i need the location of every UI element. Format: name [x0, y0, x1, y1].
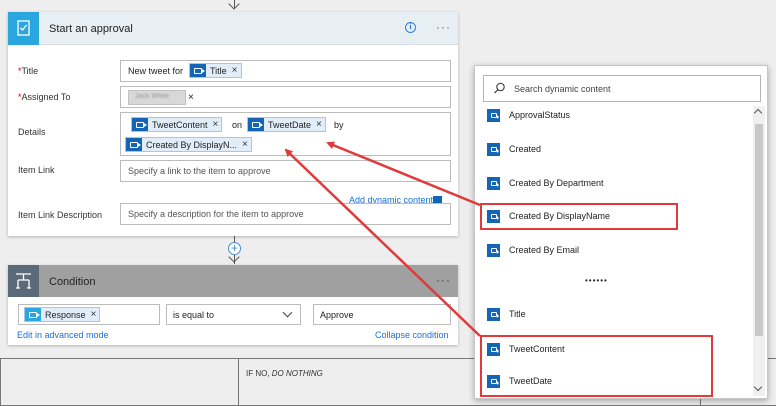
title-token[interactable]: Title × [189, 63, 242, 78]
tweetcontent-token-label: TweetContent [152, 119, 208, 130]
remove-icon[interactable]: × [91, 309, 97, 320]
item-link-placeholder: Specify a link to the item to approve [128, 166, 271, 176]
sharepoint-icon [487, 244, 500, 257]
approval-icon [8, 12, 39, 45]
operator-value: is equal to [173, 310, 215, 320]
dynamic-item-label: Title [509, 309, 526, 319]
sharepoint-icon [132, 118, 148, 131]
sharepoint-icon [487, 177, 500, 190]
sharepoint-icon [487, 109, 500, 122]
scroll-thumb[interactable] [755, 124, 763, 336]
dynamic-item-title[interactable]: Title [483, 305, 743, 325]
remove-icon[interactable]: × [188, 92, 194, 103]
sharepoint-icon [487, 143, 500, 156]
details-on-text: on [232, 120, 243, 130]
dynamic-search-box[interactable]: Search dynamic content [483, 75, 761, 102]
branch-divider-middle [238, 358, 239, 406]
tweetcontent-token[interactable]: TweetContent × [131, 117, 223, 132]
assigned-to-field[interactable]: Jack White × [120, 86, 451, 108]
title-label-text: Title [21, 66, 39, 76]
dynamic-item-label: Created By Email [509, 245, 580, 255]
created-by-token-label: Created By DisplayN... [146, 139, 238, 150]
collapse-condition-link[interactable]: Collapse condition [375, 330, 449, 340]
created-by-displayname-token[interactable]: Created By DisplayN... × [125, 137, 252, 152]
title-field[interactable]: New tweet for Title × [120, 60, 451, 82]
dynamic-item-label: ApprovalStatus [509, 110, 571, 120]
dynamic-item-created-by-email[interactable]: Created By Email [483, 241, 743, 261]
dynamic-item-approvalstatus[interactable]: ApprovalStatus [483, 106, 743, 126]
branch-divider-left [0, 358, 1, 406]
dynamic-item-label: Created By Department [509, 178, 604, 188]
dynamic-item-created-by-department[interactable]: Created By Department [483, 174, 743, 194]
remove-icon[interactable]: × [213, 119, 219, 130]
chevron-down-icon[interactable] [282, 307, 293, 318]
start-approval-card: Start an approval i ··· *Title New tweet… [8, 12, 458, 236]
dynamic-item-label: Created [509, 144, 542, 154]
condition-icon [8, 265, 39, 297]
details-field[interactable]: TweetContent × on TweetDate × by Created… [120, 112, 451, 156]
remove-icon[interactable]: × [232, 65, 238, 76]
sharepoint-icon [248, 118, 264, 131]
tweetdate-token[interactable]: TweetDate × [247, 117, 326, 132]
highlight-tweet-fields [480, 335, 713, 397]
assigned-user-value: Jack White [135, 93, 170, 100]
if-no-branch-label: IF NO, DO NOTHING [246, 369, 323, 378]
remove-icon[interactable]: × [242, 139, 248, 150]
omitted-items-ellipsis: •••••• [585, 276, 608, 285]
details-label: Details [18, 127, 46, 137]
scroll-up-icon[interactable] [753, 108, 763, 118]
dynamic-search-placeholder: Search dynamic content [514, 84, 611, 94]
scroll-down-icon[interactable] [753, 382, 763, 392]
dynamic-panel-scrollbar[interactable] [753, 106, 765, 396]
remove-icon[interactable]: × [316, 119, 322, 130]
top-connector-arrow [228, 0, 240, 10]
item-link-description-label: Item Link Description [18, 210, 103, 220]
operator-select[interactable]: is equal to [166, 304, 301, 325]
condition-more-icon[interactable]: ··· [436, 273, 451, 287]
info-icon[interactable]: i [405, 22, 416, 33]
response-token-label: Response [45, 309, 86, 320]
sharepoint-icon [126, 138, 142, 151]
title-label: *Title [18, 66, 38, 76]
item-link-description-field[interactable]: Specify a description for the item to ap… [120, 203, 451, 225]
response-token[interactable]: Response × [24, 307, 101, 322]
approval-token-icon [25, 308, 41, 321]
condition-value: Approve [320, 310, 354, 320]
details-by-text: by [334, 120, 344, 130]
approval-more-icon[interactable]: ··· [436, 20, 451, 34]
sharepoint-icon [190, 64, 206, 77]
item-link-field[interactable]: Specify a link to the item to approve [120, 160, 451, 182]
approval-card-header[interactable]: Start an approval i ··· [8, 12, 458, 45]
title-token-label: Title [210, 65, 227, 76]
tweetdate-token-label: TweetDate [268, 119, 312, 130]
condition-card-header[interactable]: Condition ··· [8, 265, 458, 297]
sharepoint-icon [487, 308, 500, 321]
dynamic-item-created[interactable]: Created [483, 140, 743, 160]
condition-right-operand[interactable]: Approve [313, 304, 451, 325]
item-link-label: Item Link [18, 165, 55, 175]
condition-card: Condition ··· Response × is equal to App… [8, 265, 458, 345]
assigned-user-chip[interactable]: Jack White [128, 90, 186, 105]
condition-left-operand[interactable]: Response × [18, 304, 160, 325]
assigned-label-text: Assigned To [21, 92, 71, 102]
title-static-text: New tweet for [128, 66, 184, 76]
condition-title: Condition [49, 276, 96, 288]
if-no-text: DO NOTHING [271, 369, 323, 378]
edit-advanced-mode-link[interactable]: Edit in advanced mode [17, 330, 109, 340]
assigned-label: *Assigned To [18, 92, 70, 102]
search-icon [494, 82, 505, 94]
if-no-prefix: IF NO, [246, 369, 272, 378]
item-link-description-placeholder: Specify a description for the item to ap… [128, 209, 304, 219]
approval-title: Start an approval [49, 23, 133, 35]
highlight-created-by-displayname [480, 203, 678, 230]
